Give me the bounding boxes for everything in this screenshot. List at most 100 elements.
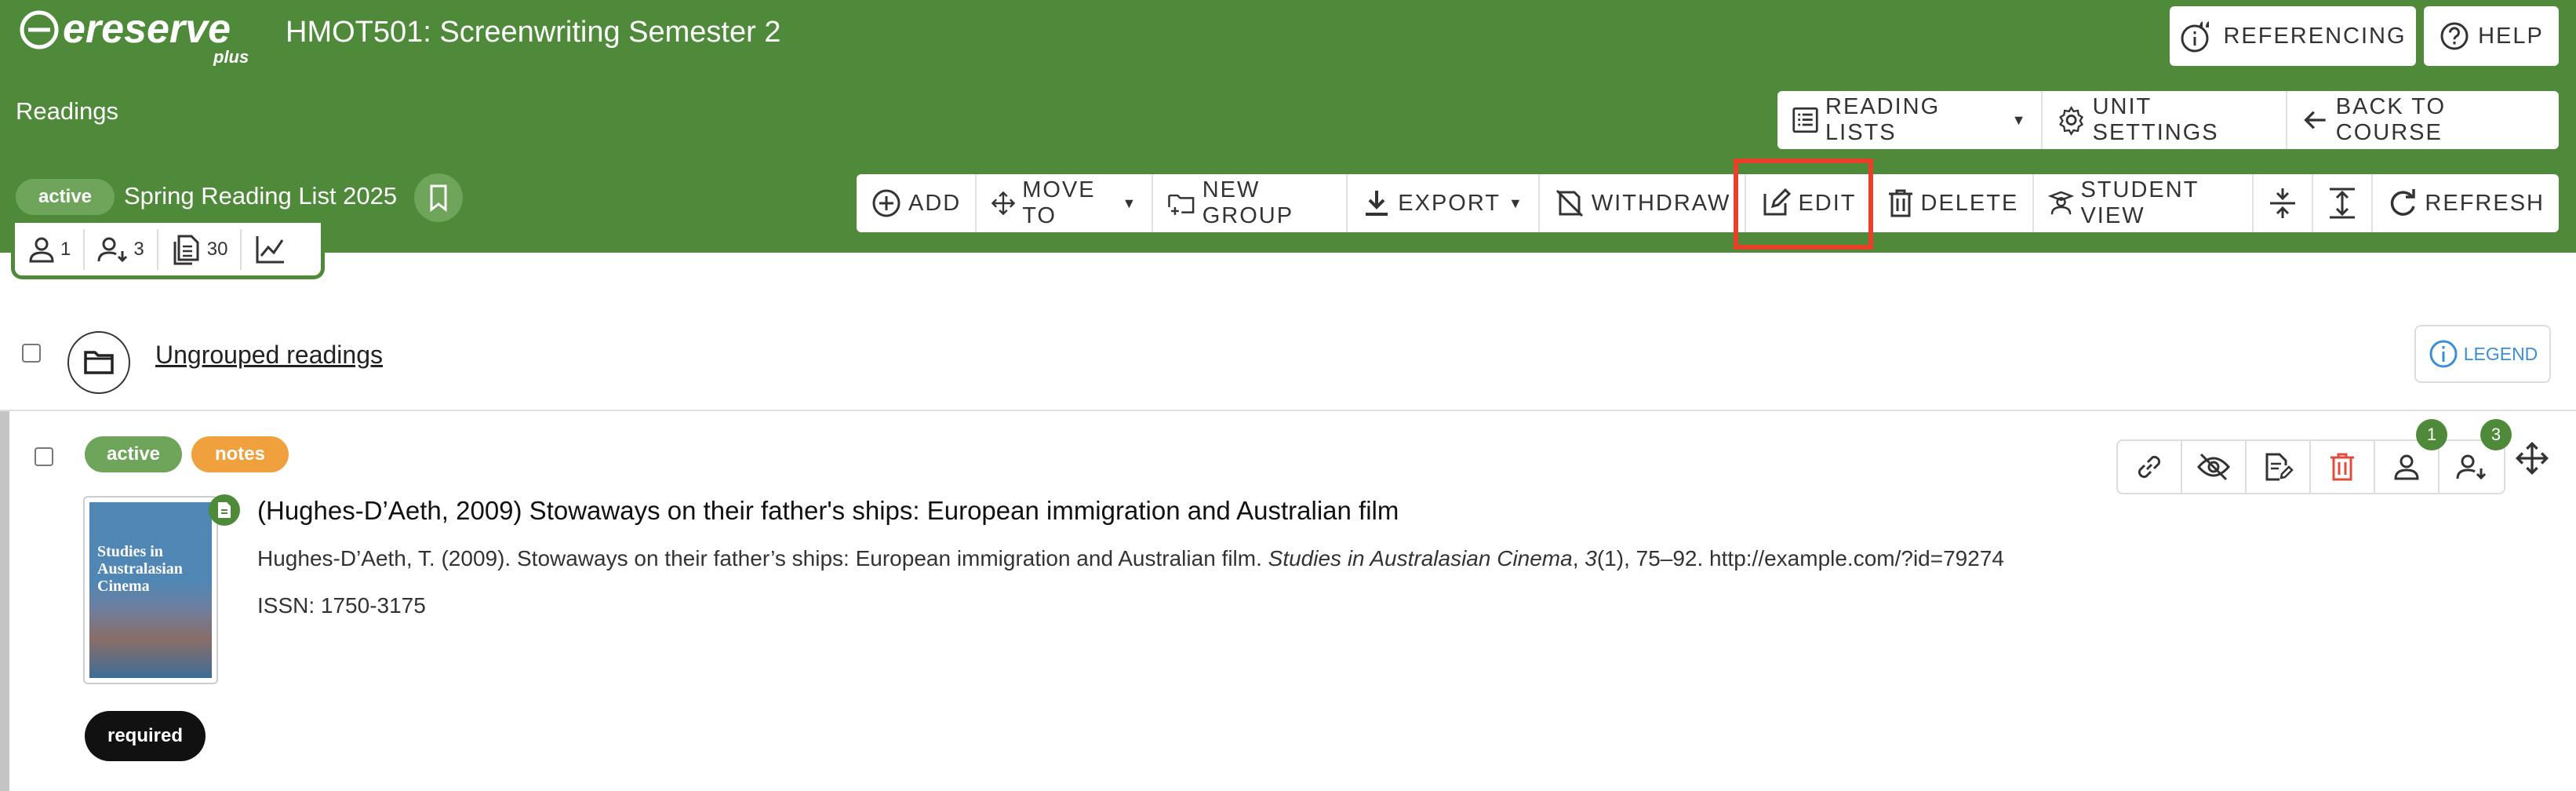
plus-circle-icon: [872, 189, 901, 217]
info-quote-icon: [2181, 21, 2210, 53]
trash-icon: [1888, 189, 1912, 217]
document-type-badge: [209, 494, 240, 526]
expand-icon: [2330, 188, 2356, 219]
stat-readings[interactable]: 30: [158, 228, 242, 270]
new-group-button[interactable]: NEW GROUP: [1153, 174, 1348, 232]
withdraw-label: WITHDRAW: [1591, 190, 1731, 216]
item-students-button[interactable]: 3: [2440, 419, 2512, 493]
referencing-label: REFERENCING: [2223, 23, 2407, 49]
actions-toolbar: ADD MOVE TO ▼ NEW GROUP EXPORT ▼ WITHDRA…: [857, 174, 2559, 232]
withdraw-button[interactable]: WITHDRAW: [1540, 174, 1747, 232]
reading-lists-button[interactable]: READING LISTS ▼: [1777, 91, 2043, 149]
thumbnail-title: Studies in Australasian Cinema: [97, 543, 183, 595]
legend-button[interactable]: LEGEND: [2414, 325, 2551, 383]
caret-down-icon: ▼: [2011, 111, 2028, 128]
citation-separator: ,: [1572, 546, 1585, 570]
collapse-icon: [2270, 188, 2296, 218]
item-status-badge: active: [85, 436, 182, 472]
download-icon: [1366, 191, 1388, 216]
withdraw-icon: [1555, 189, 1583, 217]
svg-text:ereserve: ereserve: [63, 6, 231, 52]
help-button[interactable]: HELP: [2424, 6, 2559, 66]
refresh-icon: [2391, 189, 2416, 216]
list-status-badge: active: [16, 179, 115, 215]
edit-label: EDIT: [1798, 190, 1857, 216]
folder-plus-icon: [1168, 194, 1195, 215]
info-icon: [2429, 340, 2458, 368]
reading-lists-label: READING LISTS: [1825, 94, 1941, 145]
expand-button[interactable]: [2313, 174, 2374, 232]
unit-settings-label: UNIT SETTINGS: [2092, 94, 2219, 145]
item-edit-button[interactable]: [2247, 441, 2311, 493]
link-icon: [2138, 455, 2161, 479]
journal-cover-image: Studies in Australasian Cinema: [89, 502, 212, 678]
course-title: HMOT501: Screenwriting Semester 2: [286, 16, 781, 49]
section-divider: [0, 410, 2576, 411]
gear-icon: [2059, 105, 2084, 136]
new-group-label: NEW GROUP: [1202, 177, 1294, 228]
help-icon: [2440, 22, 2469, 50]
move-to-label: MOVE TO: [1022, 177, 1096, 228]
line-chart-icon: [256, 235, 285, 263]
add-label: ADD: [908, 190, 962, 216]
edit-button[interactable]: EDIT: [1746, 174, 1872, 232]
app-header: ereserve plus HMOT501: Screenwriting Sem…: [0, 0, 2576, 253]
legend-label: LEGEND: [2463, 343, 2538, 364]
stat-users[interactable]: 1: [15, 228, 86, 270]
folder-icon: [84, 351, 114, 374]
bookmark-button[interactable]: [414, 173, 463, 222]
caret-down-icon: ▼: [1122, 195, 1138, 211]
student-icon: [2048, 191, 2075, 215]
section-label: Readings: [16, 97, 118, 125]
file-edit-icon: [2265, 453, 2294, 481]
trash-icon: [2330, 453, 2354, 481]
citation-suffix: (1), 75–92. http://example.com/?id=79274: [1596, 546, 2004, 570]
stat-students[interactable]: 3: [85, 228, 158, 270]
item-students-badge: 3: [2480, 419, 2512, 450]
delete-button[interactable]: DELETE: [1872, 174, 2035, 232]
documents-icon: [173, 235, 199, 264]
stat-users-count: 1: [60, 238, 71, 260]
stat-analytics[interactable]: [242, 229, 298, 270]
item-title[interactable]: (Hughes-D’Aeth, 2009) Stowaways on their…: [257, 496, 1399, 526]
item-link-button[interactable]: [2118, 441, 2182, 493]
item-drag-handle[interactable]: [2515, 441, 2549, 476]
ungrouped-readings-link[interactable]: Ungrouped readings: [155, 341, 383, 370]
user-arrow-icon: [2456, 454, 2487, 480]
item-users-button[interactable]: 1: [2375, 419, 2447, 493]
referencing-button[interactable]: REFERENCING: [2170, 6, 2416, 66]
export-label: EXPORT: [1398, 190, 1501, 216]
ereserve-logo[interactable]: ereserve plus: [17, 5, 268, 67]
item-actions-toolbar: 1 3: [2116, 419, 2512, 494]
requirement-badge: required: [85, 711, 206, 761]
user-icon: [29, 237, 54, 262]
user-icon: [2394, 454, 2419, 480]
unit-settings-button[interactable]: UNIT SETTINGS: [2043, 91, 2288, 149]
user-arrow-icon: [97, 237, 128, 262]
move-icon: [2515, 441, 2549, 476]
export-button[interactable]: EXPORT ▼: [1348, 174, 1540, 232]
item-hide-button[interactable]: [2182, 441, 2247, 493]
item-status-bar: [0, 411, 9, 791]
caret-down-icon: ▼: [1508, 195, 1524, 211]
nav-toolbar: READING LISTS ▼ UNIT SETTINGS BACK TO CO…: [1777, 91, 2559, 149]
item-select-checkbox[interactable]: [35, 447, 53, 466]
list-icon: [1792, 107, 1818, 133]
stat-readings-count: 30: [206, 238, 228, 260]
group-folder-button[interactable]: [67, 331, 130, 394]
student-view-button[interactable]: STUDENT VIEW: [2034, 174, 2254, 232]
item-citation: Hughes-D’Aeth, T. (2009). Stowaways on t…: [257, 546, 2004, 571]
stat-students-count: 3: [133, 238, 144, 260]
item-notes-badge[interactable]: notes: [191, 436, 289, 472]
reading-list-stats: 1 3 30: [11, 223, 325, 279]
add-button[interactable]: ADD: [857, 174, 977, 232]
back-to-course-button[interactable]: BACK TO COURSE: [2287, 91, 2559, 149]
collapse-button[interactable]: [2254, 174, 2314, 232]
item-delete-button[interactable]: [2311, 441, 2375, 493]
edit-icon: [1763, 188, 1792, 216]
move-to-button[interactable]: MOVE TO ▼: [977, 174, 1154, 232]
item-cover-thumbnail[interactable]: Studies in Australasian Cinema: [83, 496, 218, 684]
back-to-course-label: BACK TO COURSE: [2335, 94, 2447, 145]
refresh-button[interactable]: REFRESH: [2373, 174, 2559, 232]
group-select-checkbox[interactable]: [22, 344, 41, 363]
